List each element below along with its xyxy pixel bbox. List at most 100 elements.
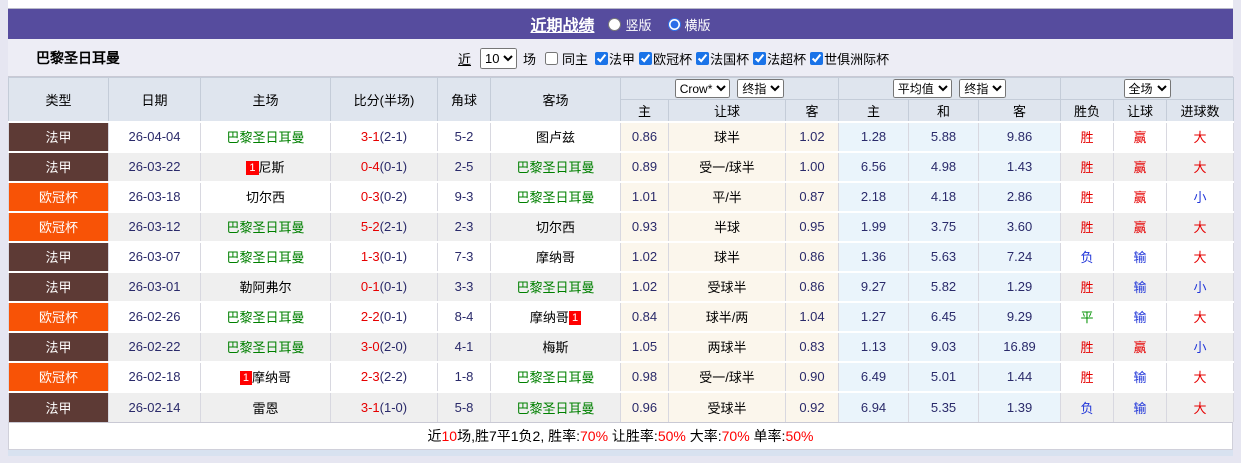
subcol-avg-away: 客 [978,99,1062,122]
avg-draw-odds: 5.82 [908,270,980,302]
away-team-name: 巴黎圣日耳曼 [516,280,595,295]
handicap-result: 输 [1113,300,1168,332]
league-filter[interactable]: 法甲 [591,49,635,68]
avg-home-odds: 1.13 [838,330,910,362]
home-team-cell: 巴黎圣日耳曼 [200,300,331,332]
home-team-name: 尼斯 [258,160,285,175]
match-row: 欧冠杯 26-03-18 切尔西 0-3(0-2) 9-3 巴黎圣日耳曼 1.0… [8,180,1235,212]
recent-label-link[interactable]: 近 [458,49,471,68]
winloss-result: 胜 [1060,180,1115,212]
handicap-away-odds: 0.86 [784,240,840,272]
league-filter[interactable]: 法国杯 [692,49,749,68]
average-select[interactable]: 平均值 [892,79,952,98]
match-row: 欧冠杯 26-02-26 巴黎圣日耳曼 2-2(0-1) 8-4 摩纳哥 1 0.… [8,300,1235,332]
handicap-line: 受球半 [668,390,786,422]
league-checkbox[interactable] [810,51,824,65]
summary-segment: 单率: [749,427,786,444]
away-team-name: 巴黎圣日耳曼 [516,160,595,175]
corners-cell: 9-3 [437,180,491,212]
handicap-line: 两球半 [668,330,786,362]
league-label: 法国杯 [710,51,750,67]
col-header-away: 客场 [490,77,621,122]
away-team-cell: 巴黎圣日耳曼 [490,390,621,422]
handicap-result: 赢 [1113,180,1168,212]
scope-select[interactable]: 全场 [1123,79,1171,98]
avg-draw-odds: 5.35 [908,390,980,422]
league-checkbox[interactable] [696,51,710,65]
winloss-result: 胜 [1060,330,1115,362]
summary-segment: 10 [441,427,458,444]
avg-away-odds: 1.44 [978,360,1062,392]
same-home-checkbox[interactable] [545,51,559,65]
handicap-result: 输 [1113,390,1168,422]
handicap-home-odds: 1.02 [620,270,669,302]
average-final-select[interactable]: 终指 [959,79,1007,98]
avg-draw-odds: 5.88 [908,120,980,152]
radio-horizontal-label: 横版 [684,17,711,33]
fulltime-score: 5-2 [360,219,380,234]
bottom-strip [8,449,1233,456]
halftime-score: (0-1) [379,309,408,324]
halftime-score: (0-1) [379,279,408,294]
score-cell: 1-3(0-1) [330,240,438,272]
league-checkbox[interactable] [595,51,609,65]
subcol-winloss: 胜负 [1060,99,1115,122]
home-team-name: 雷恩 [252,400,279,416]
handicap-line: 球半 [668,120,786,152]
league-filter[interactable]: 欧冠杯 [635,49,692,68]
corners-cell: 4-1 [437,330,491,362]
winloss-result: 胜 [1060,360,1115,392]
league-filter[interactable]: 世俱洲际杯 [806,49,889,68]
radio-vertical[interactable] [608,17,622,31]
match-date: 26-02-26 [108,300,201,332]
league-type-badge: 法甲 [8,270,109,302]
subcol-avg-home: 主 [838,99,910,122]
league-type-badge: 法甲 [8,390,109,422]
winloss-result: 胜 [1060,270,1115,302]
home-team-cell: 巴黎圣日耳曼 [200,120,331,152]
league-filter[interactable]: 法超杯 [749,49,806,68]
same-home-label: 同主 [562,51,589,67]
handicap-home-odds: 0.98 [620,360,669,392]
handicap-home-odds: 0.93 [620,210,669,242]
avg-home-odds: 6.94 [838,390,910,422]
league-type-badge: 欧冠杯 [8,180,109,212]
radio-horizontal-option[interactable]: 横版 [667,15,711,34]
league-checkbox[interactable] [753,51,767,65]
match-date: 26-03-07 [108,240,201,272]
away-team-cell: 巴黎圣日耳曼 [490,150,621,182]
home-team-name: 巴黎圣日耳曼 [226,220,305,235]
home-team-name: 摩纳哥 [252,370,292,385]
handicap-home-odds: 1.01 [620,180,669,212]
handicap-result: 赢 [1113,330,1168,362]
radio-horizontal[interactable] [667,17,681,31]
handicap-away-odds: 1.04 [784,300,840,332]
halftime-score: (1-0) [379,399,408,415]
bookmaker-final-select[interactable]: 终指 [737,79,785,98]
match-date: 26-03-18 [108,180,201,212]
halftime-score: (2-1) [379,219,408,234]
section-title-link[interactable]: 近期战绩 [530,12,594,36]
handicap-away-odds: 1.00 [784,150,840,182]
summary-segment: 70% [580,427,609,444]
corners-cell: 7-3 [437,240,491,272]
match-row: 欧冠杯 26-02-18 1 摩纳哥 2-3(2-2) 1-8 巴黎圣日耳曼 0.… [8,360,1235,392]
avg-draw-odds: 5.01 [908,360,980,392]
handicap-line: 受球半 [668,270,786,302]
goals-result: 大 [1166,300,1235,332]
radio-vertical-option[interactable]: 竖版 [608,15,652,34]
handicap-result: 输 [1113,270,1168,302]
handicap-result: 输 [1113,240,1168,272]
score-cell: 5-2(2-1) [330,210,438,242]
avg-away-odds: 1.43 [978,150,1062,182]
bookmaker-select[interactable]: Crow* [674,79,730,98]
home-team-cell: 1 摩纳哥 [200,360,331,392]
goals-result: 大 [1166,120,1235,152]
subcol-handicap-line: 让球 [668,99,786,122]
away-team-name: 摩纳哥 [535,250,575,265]
handicap-line: 受一/球半 [668,150,786,182]
away-team-name: 切尔西 [535,220,575,235]
recent-count-select[interactable]: 10 [480,47,518,69]
league-checkbox[interactable] [639,51,653,65]
match-row: 欧冠杯 26-03-12 巴黎圣日耳曼 5-2(2-1) 2-3 切尔西 0.9… [8,210,1235,242]
